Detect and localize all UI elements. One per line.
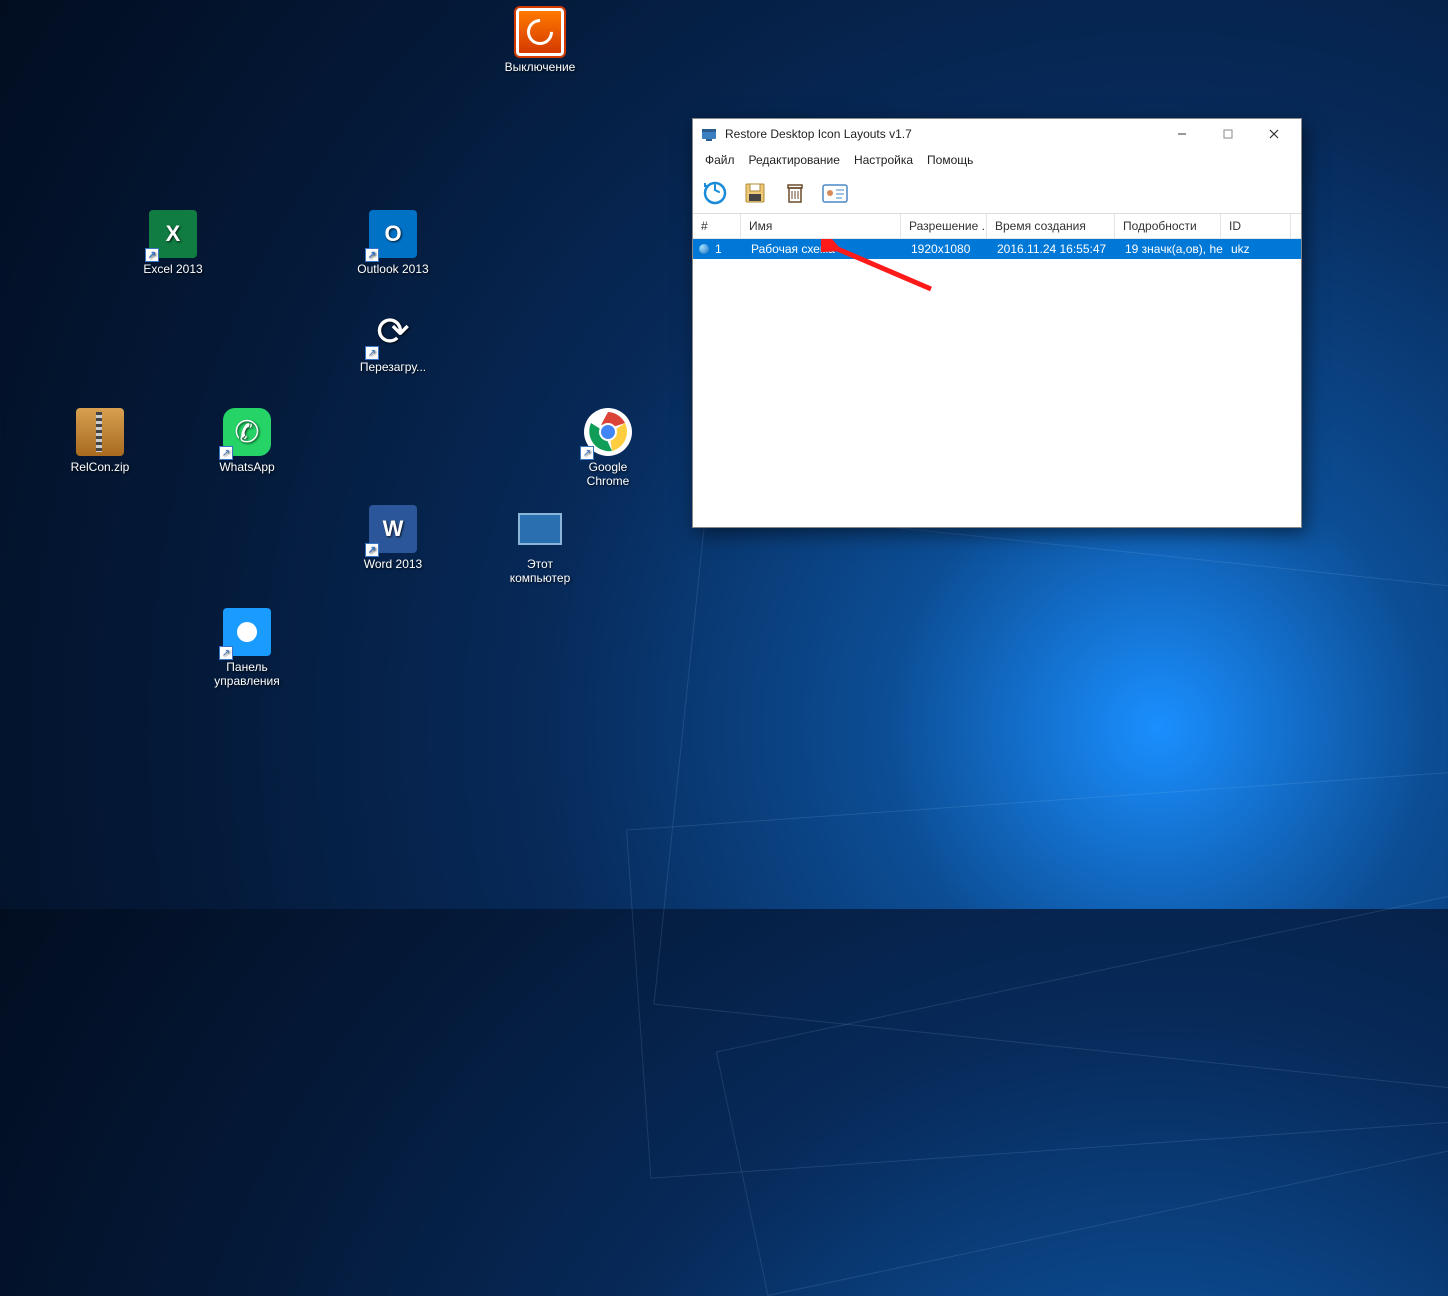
desktop-icon-label: RelCon.zip	[50, 460, 150, 474]
desktop-icon-cpl[interactable]: ↗Панель управления	[197, 608, 297, 688]
desktop-icon-label: Этот компьютер	[490, 557, 590, 585]
desktop-icon-whatsapp[interactable]: ✆↗ WhatsApp	[197, 408, 297, 474]
shortcut-arrow-icon: ↗	[365, 543, 379, 557]
shortcut-arrow-icon: ↗	[145, 248, 159, 262]
desktop-icon-shutdown[interactable]: Выключение	[490, 8, 590, 74]
shortcut-arrow-icon: ↗	[580, 446, 594, 460]
desktop-icon-restart[interactable]: ⟳↗ Перезагру...	[343, 308, 443, 374]
app-window: Restore Desktop Icon Layouts v1.7 Файл Р…	[692, 118, 1302, 528]
menu-edit[interactable]: Редактирование	[743, 151, 846, 169]
restore-button[interactable]	[701, 179, 729, 207]
window-title: Restore Desktop Icon Layouts v1.7	[725, 127, 1159, 141]
shortcut-arrow-icon: ↗	[365, 248, 379, 262]
menu-settings[interactable]: Настройка	[848, 151, 919, 169]
word-icon: W↗	[369, 505, 417, 553]
cell-resolution: 1920x1080	[903, 242, 989, 256]
shortcut-arrow-icon: ↗	[219, 646, 233, 660]
list-header: # Имя Разрешение ... Время создания Подр…	[693, 214, 1301, 239]
desktop-icon-label: Word 2013	[343, 557, 443, 571]
menubar: Файл Редактирование Настройка Помощь	[693, 149, 1301, 173]
shortcut-arrow-icon: ↗	[219, 446, 233, 460]
id-card-button[interactable]	[821, 179, 849, 207]
menu-help[interactable]: Помощь	[921, 151, 979, 169]
delete-button[interactable]	[781, 179, 809, 207]
desktop-icon-outlook[interactable]: O↗ Outlook 2013	[343, 210, 443, 276]
desktop-icon-chrome[interactable]: ↗Google Chrome	[558, 408, 658, 488]
save-button[interactable]	[741, 179, 769, 207]
desktop-icon-excel[interactable]: X↗ Excel 2013	[123, 210, 223, 276]
desktop-icon-label: WhatsApp	[197, 460, 297, 474]
relcon-icon	[76, 408, 124, 456]
desktop-icon-label: Outlook 2013	[343, 262, 443, 276]
menu-file[interactable]: Файл	[699, 151, 741, 169]
col-id[interactable]: ID	[1221, 214, 1291, 238]
app-icon	[701, 126, 717, 142]
titlebar[interactable]: Restore Desktop Icon Layouts v1.7	[693, 119, 1301, 149]
shutdown-icon	[516, 8, 564, 56]
desktop-icon-label: Панель управления	[197, 660, 297, 688]
cell-num: 1	[713, 242, 743, 256]
col-resolution[interactable]: Разрешение ...	[901, 214, 987, 238]
layout-list: # Имя Разрешение ... Время создания Подр…	[693, 214, 1301, 259]
desktop-icon-label: Перезагру...	[343, 360, 443, 374]
desktop-icon-label: Выключение	[490, 60, 590, 74]
table-row[interactable]: 1 Рабочая схема 1920x1080 2016.11.24 16:…	[693, 239, 1301, 259]
close-button[interactable]	[1251, 119, 1297, 149]
col-num[interactable]: #	[693, 214, 741, 238]
whatsapp-icon: ✆↗	[223, 408, 271, 456]
row-indicator-icon	[699, 244, 709, 254]
shortcut-arrow-icon: ↗	[365, 346, 379, 360]
cell-name: Рабочая схема	[743, 242, 903, 256]
cell-id: ukz	[1223, 242, 1293, 256]
desktop-icon-relcon[interactable]: RelCon.zip	[50, 408, 150, 474]
cell-details: 19 значк(а,ов), help	[1117, 242, 1223, 256]
desktop-icon-thispc[interactable]: Этот компьютер	[490, 505, 590, 585]
col-name[interactable]: Имя	[741, 214, 901, 238]
col-details[interactable]: Подробности	[1115, 214, 1221, 238]
chrome-icon: ↗	[584, 408, 632, 456]
outlook-icon: O↗	[369, 210, 417, 258]
desktop-icon-label: Google Chrome	[558, 460, 658, 488]
cell-created: 2016.11.24 16:55:47	[989, 242, 1117, 256]
thispc-icon	[516, 505, 564, 553]
col-created[interactable]: Время создания	[987, 214, 1115, 238]
toolbar	[693, 173, 1301, 214]
cpl-icon: ↗	[223, 608, 271, 656]
desktop-icon-label: Excel 2013	[123, 262, 223, 276]
maximize-button[interactable]	[1205, 119, 1251, 149]
minimize-button[interactable]	[1159, 119, 1205, 149]
excel-icon: X↗	[149, 210, 197, 258]
desktop-icon-word[interactable]: W↗ Word 2013	[343, 505, 443, 571]
restart-icon: ⟳↗	[369, 308, 417, 356]
